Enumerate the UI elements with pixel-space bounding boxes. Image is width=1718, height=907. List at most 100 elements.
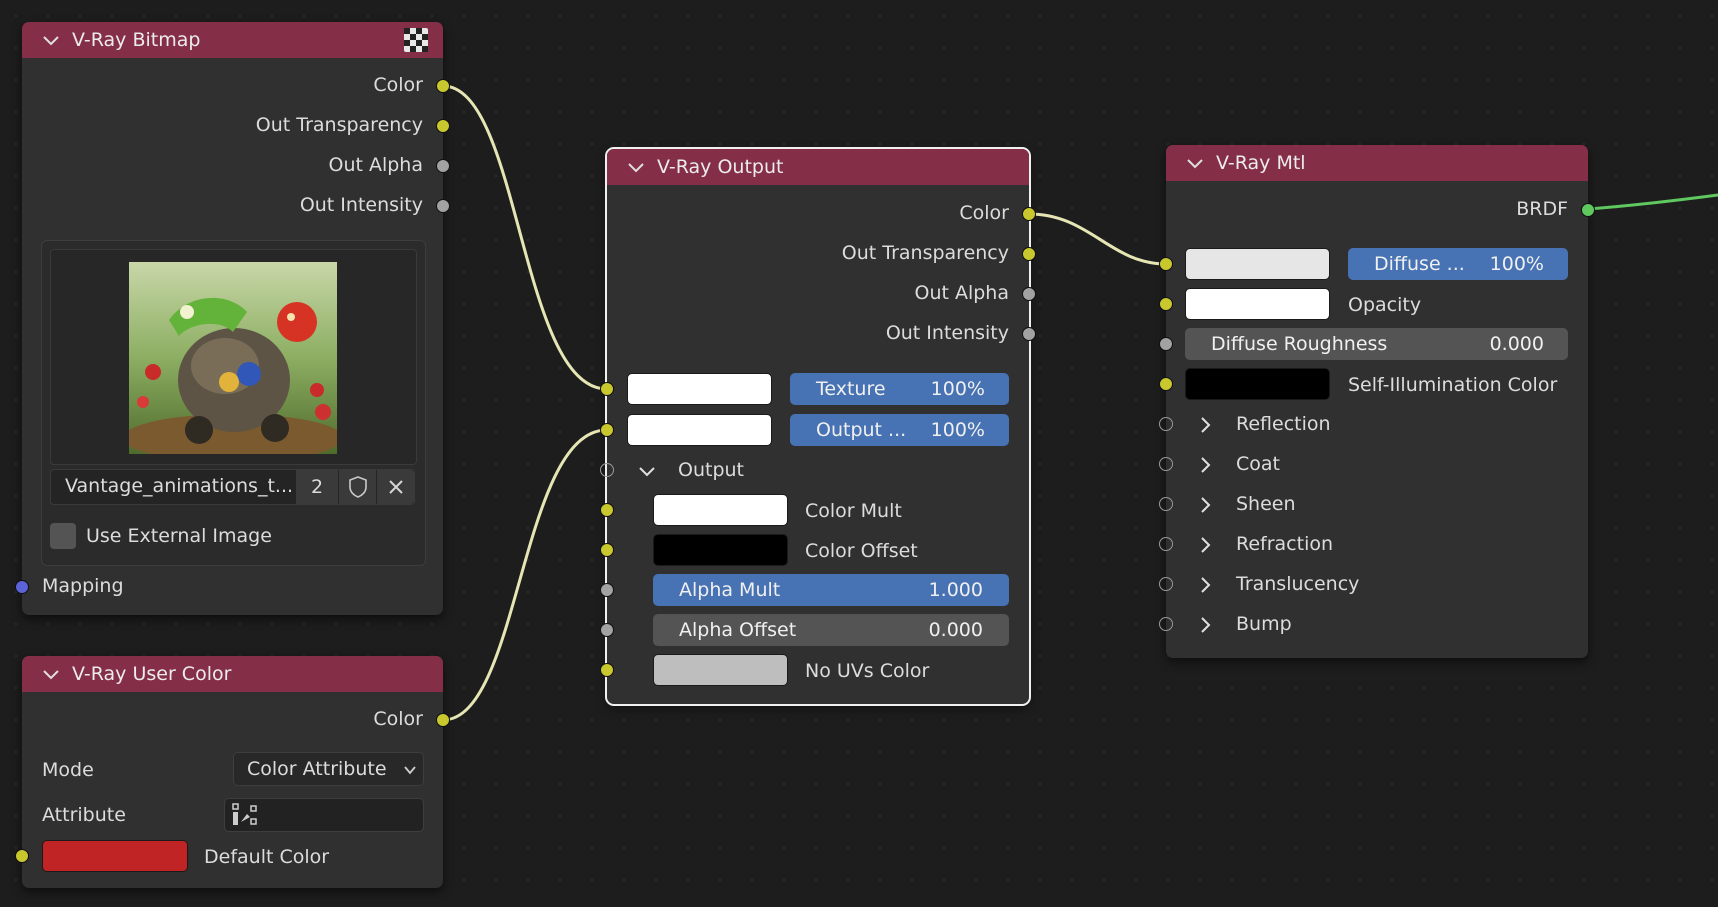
socket-intensity-out[interactable] — [1022, 327, 1036, 341]
output-color-label: Color — [373, 74, 423, 96]
unlink-image-button[interactable] — [377, 470, 414, 504]
chevron-right-icon[interactable] — [1194, 454, 1216, 476]
socket-color-mult-in[interactable] — [600, 503, 614, 517]
chevron-down-icon[interactable] — [636, 460, 658, 482]
vray-output-node[interactable]: V-Ray Output Color Out Transparency Out … — [600, 147, 1036, 706]
output-swatch[interactable] — [627, 414, 772, 446]
socket-self-illum-in[interactable] — [1159, 377, 1173, 391]
collapse-chevron-icon[interactable] — [625, 156, 647, 178]
chevron-right-icon[interactable] — [1194, 534, 1216, 556]
socket-output-in[interactable] — [600, 423, 614, 437]
fake-user-button[interactable] — [339, 470, 376, 504]
alpha-mult-slider[interactable]: Alpha Mult 1.000 — [653, 574, 1009, 606]
panel-socket-coat — [1159, 457, 1173, 471]
diffuse-slider-label: Diffuse ... — [1374, 253, 1465, 275]
shield-icon — [348, 476, 367, 498]
attribute-field[interactable] — [224, 798, 424, 832]
default-color-swatch[interactable] — [42, 840, 188, 872]
opacity-swatch[interactable] — [1185, 288, 1330, 320]
chevron-right-icon[interactable] — [1194, 494, 1216, 516]
socket-alpha-mult-in[interactable] — [600, 583, 614, 597]
socket-no-uvs-in[interactable] — [600, 663, 614, 677]
user-count[interactable]: 2 — [296, 470, 338, 504]
checker-icon[interactable] — [404, 28, 428, 52]
image-name[interactable]: Vantage_animations_t... — [65, 475, 293, 497]
alpha-offset-label: Alpha Offset — [679, 619, 797, 641]
node-header[interactable]: V-Ray User Color — [22, 656, 443, 692]
alpha-offset-slider[interactable]: Alpha Offset 0.000 — [653, 614, 1009, 646]
output-slider[interactable]: Output ... 100% — [790, 414, 1009, 446]
socket-transparency-out[interactable] — [436, 119, 450, 133]
no-uvs-swatch[interactable] — [653, 654, 788, 686]
alpha-offset-value: 0.000 — [928, 619, 983, 641]
socket-color-out[interactable] — [436, 713, 450, 727]
panel-translucency[interactable]: Translucency — [1236, 573, 1359, 595]
socket-mapping-in[interactable] — [15, 580, 29, 594]
color-offset-label: Color Offset — [805, 540, 918, 562]
attribute-search-icon — [232, 803, 257, 825]
vray-mtl-node[interactable]: V-Ray Mtl BRDF Diffuse ... 100% Opacity … — [1159, 145, 1595, 658]
mode-dropdown[interactable]: Color Attribute — [233, 752, 424, 786]
image-panel: Vantage_animations_t... 2 Use External I… — [41, 240, 426, 566]
diffuse-swatch[interactable] — [1185, 248, 1330, 280]
image-thumbnail[interactable] — [129, 262, 337, 454]
diffuse-roughness-value: 0.000 — [1489, 333, 1544, 355]
socket-color-out[interactable] — [436, 79, 450, 93]
vray-bitmap-node[interactable]: V-Ray Bitmap Color Out Transparency Out … — [15, 22, 450, 615]
texture-swatch[interactable] — [627, 373, 772, 405]
color-offset-swatch[interactable] — [653, 534, 788, 566]
output-slider-value: 100% — [930, 419, 985, 441]
socket-texture-in[interactable] — [600, 382, 614, 396]
self-illumination-label: Self-Illumination Color — [1348, 374, 1558, 396]
output-intensity-label: Out Intensity — [885, 322, 1009, 344]
mapping-label: Mapping — [42, 575, 124, 597]
panel-bump[interactable]: Bump — [1236, 613, 1292, 635]
node-header[interactable]: V-Ray Mtl — [1166, 145, 1588, 181]
socket-diffuse-in[interactable] — [1159, 257, 1173, 271]
output-panel-label[interactable]: Output — [678, 459, 744, 481]
socket-color-out[interactable] — [1022, 207, 1036, 221]
node-header[interactable]: V-Ray Bitmap — [22, 22, 443, 58]
chevron-right-icon[interactable] — [1194, 414, 1216, 436]
panel-refraction[interactable]: Refraction — [1236, 533, 1333, 555]
panel-socket-refraction — [1159, 537, 1173, 551]
color-mult-swatch[interactable] — [653, 494, 788, 526]
node-header[interactable]: V-Ray Output — [607, 149, 1029, 185]
socket-alpha-out[interactable] — [1022, 287, 1036, 301]
panel-reflection[interactable]: Reflection — [1236, 413, 1331, 435]
opacity-label: Opacity — [1348, 294, 1422, 316]
socket-roughness-in[interactable] — [1159, 337, 1173, 351]
texture-slider-label: Texture — [816, 378, 886, 400]
socket-brdf-out[interactable] — [1581, 203, 1595, 217]
mode-value: Color Attribute — [247, 758, 387, 780]
panel-socket-output — [600, 463, 614, 477]
user-count-value: 2 — [310, 476, 324, 498]
chevron-down-icon — [404, 766, 416, 775]
socket-alpha-out[interactable] — [436, 159, 450, 173]
image-selector[interactable]: Vantage_animations_t... 2 — [50, 469, 415, 505]
socket-alpha-offset-in[interactable] — [600, 623, 614, 637]
node-title: V-Ray Bitmap — [72, 29, 201, 51]
use-external-image-checkbox[interactable] — [50, 523, 76, 549]
panel-socket-sheen — [1159, 497, 1173, 511]
socket-default-color-in[interactable] — [15, 849, 29, 863]
diffuse-slider[interactable]: Diffuse ... 100% — [1348, 248, 1568, 280]
socket-intensity-out[interactable] — [436, 199, 450, 213]
socket-opacity-in[interactable] — [1159, 297, 1173, 311]
collapse-chevron-icon[interactable] — [1184, 152, 1206, 174]
collapse-chevron-icon[interactable] — [40, 663, 62, 685]
self-illumination-swatch[interactable] — [1185, 368, 1330, 400]
close-icon — [388, 480, 403, 494]
panel-sheen[interactable]: Sheen — [1236, 493, 1296, 515]
chevron-right-icon[interactable] — [1194, 614, 1216, 636]
output-intensity-label: Out Intensity — [299, 194, 423, 216]
panel-coat[interactable]: Coat — [1236, 453, 1280, 475]
use-external-image-label: Use External Image — [86, 525, 272, 547]
collapse-chevron-icon[interactable] — [40, 29, 62, 51]
chevron-right-icon[interactable] — [1194, 574, 1216, 596]
vray-user-color-node[interactable]: V-Ray User Color Color Mode Color Attrib… — [15, 656, 450, 888]
socket-transparency-out[interactable] — [1022, 247, 1036, 261]
diffuse-roughness-slider[interactable]: Diffuse Roughness 0.000 — [1185, 328, 1568, 360]
texture-slider[interactable]: Texture 100% — [790, 373, 1009, 405]
socket-color-offset-in[interactable] — [600, 543, 614, 557]
